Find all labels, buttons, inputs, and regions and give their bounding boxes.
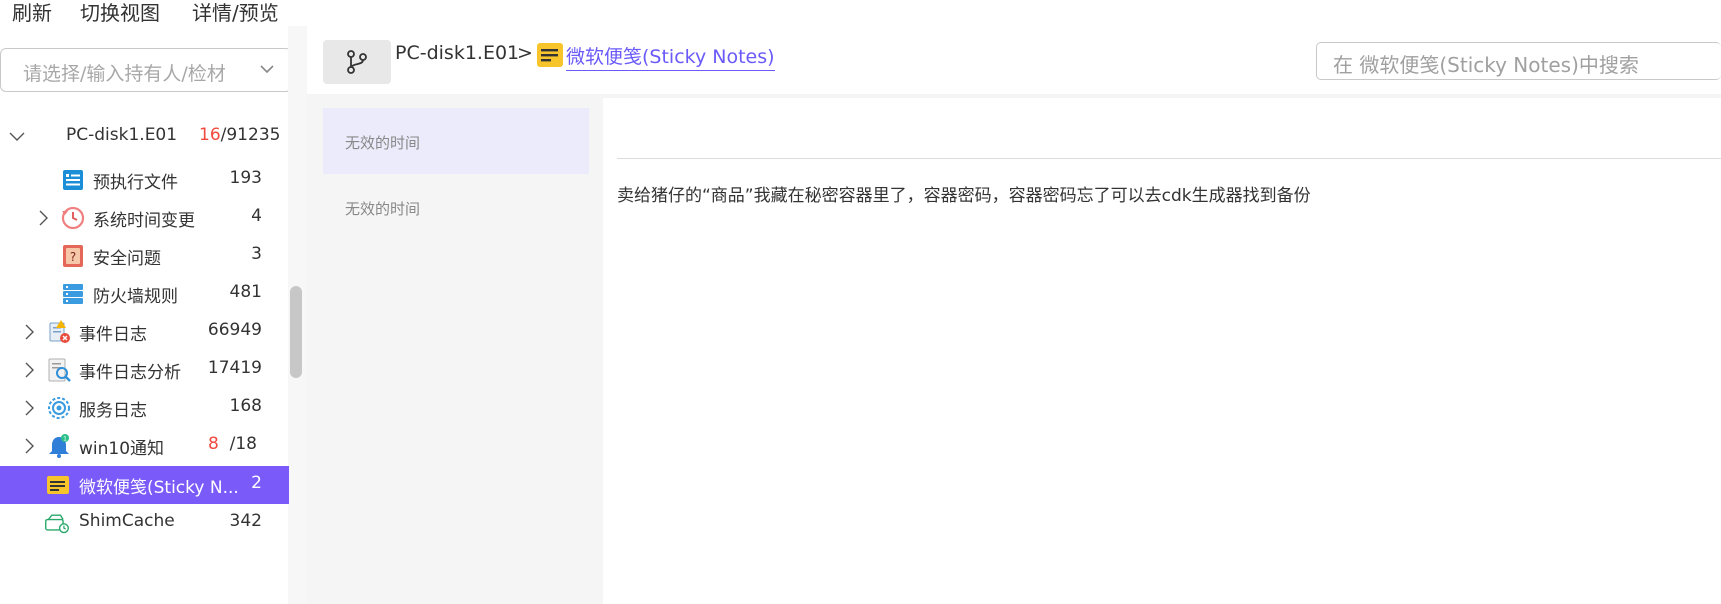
tree-node-event-log[interactable]: 事件日志 66949 [0,313,289,351]
chevron-down-icon[interactable] [8,130,26,144]
notification-bell-icon: 1 [49,434,69,458]
chevron-right-icon[interactable] [22,437,36,455]
tree-node-firewall-rules[interactable]: 防火墙规则 481 [0,275,289,313]
tree-root-count-total: /91235 [220,125,281,145]
detail-divider [617,158,1721,159]
git-branch-icon [347,50,367,74]
shimcache-icon [45,514,69,534]
clock-history-icon [61,206,85,230]
owner-select-placeholder: 请选择/输入持有人/检材 [23,63,226,85]
tree-node-system-time-change[interactable]: 系统时间变更 4 [0,199,289,237]
note-content: 卖给猪仔的“商品”我藏在秘密容器里了，容器密码，容器密码忘了可以去cdk生成器找… [617,186,1311,206]
tree-item-count: 3 [251,244,262,264]
chevron-right-icon[interactable] [36,209,50,227]
security-question-icon: ? [63,245,83,267]
owner-select[interactable]: 请选择/输入持有人/检材 [0,48,292,92]
tree-item-count-total: /18 [229,434,257,454]
tree-node-shimcache[interactable]: ShimCache 342 [0,504,289,542]
log-analysis-icon [48,358,71,382]
tree-item-count: 193 [229,168,262,188]
tree-item-label: 事件日志 [79,325,147,345]
chevron-down-icon [260,65,274,74]
chevron-right-icon[interactable] [22,361,36,379]
main-area: PC-disk1.E01 > 微软便笺(Sticky Notes) 在 微软便笺… [307,26,1721,604]
tree-item-label: win10通知 [79,439,165,459]
tree-node-root[interactable]: PC-disk1.E01 16/91235 [0,118,289,156]
switch-view-menu-item[interactable]: 切换视图 [80,0,160,26]
breadcrumb-toolbar: PC-disk1.E01 > 微软便笺(Sticky Notes) 在 微软便笺… [307,26,1721,94]
tree-node-service-log[interactable]: 服务日志 168 [0,389,289,427]
record-list: 无效的时间 无效的时间 [323,108,589,604]
prefetch-icon [63,170,83,190]
chevron-right-icon[interactable] [22,399,36,417]
svg-text:1: 1 [63,436,67,443]
sticky-notes-icon [537,43,563,67]
event-log-icon [49,320,70,343]
tree-item-count: 168 [229,396,262,416]
tree-item-label: ShimCache [79,511,175,531]
tree-root-label: PC-disk1.E01 [66,125,178,145]
tree-node-win10-notifications[interactable]: 1 win10通知 8 /18 [0,427,289,465]
tree-node-prefetch[interactable]: 预执行文件 193 [0,161,289,199]
breadcrumb-root[interactable]: PC-disk1.E01 [395,42,519,64]
tree-item-label: 防火墙规则 [93,287,178,307]
tree-item-label: 预执行文件 [93,173,178,193]
tree-item-count: 481 [229,282,262,302]
list-item-label: 无效的时间 [345,134,421,152]
branch-button[interactable] [323,40,391,84]
tree-node-sticky-notes[interactable]: 微软便笺(Sticky N... 2 [0,466,289,504]
service-gear-icon [48,397,70,419]
sticky-notes-icon [47,476,69,494]
tree-item-count-highlight: 8 [208,434,219,454]
breadcrumb-separator: > [517,42,533,64]
tree-root-count-highlight: 16 [199,125,221,145]
list-item-label: 无效的时间 [345,200,421,218]
tree-node-security-questions[interactable]: ? 安全问题 3 [0,237,289,275]
tree-item-count: 2 [251,473,262,493]
svg-text:?: ? [70,250,76,264]
breadcrumb-current[interactable]: 微软便笺(Sticky Notes) [566,42,775,71]
tree-item-count: 342 [229,511,262,531]
refresh-menu-item[interactable]: 刷新 [12,0,52,26]
detail-panel: 卖给猪仔的“商品”我藏在秘密容器里了，容器密码，容器密码忘了可以去cdk生成器找… [603,98,1721,604]
firewall-icon [63,284,83,304]
menu-bar: 刷新 切换视图 详情/预览 [0,0,1721,506]
search-placeholder: 在 微软便笺(Sticky Notes)中搜索 [1333,53,1639,77]
left-panel: 请选择/输入持有人/检材 PC-disk1.E01 16/91235 预执行文件… [0,26,307,604]
chevron-right-icon[interactable] [22,323,36,341]
tree-item-count: 8 /18 [208,434,257,454]
tree-root-count: 16/91235 [199,125,280,145]
tree-scrollbar-thumb[interactable] [290,286,302,378]
list-item[interactable]: 无效的时间 [323,108,589,174]
list-item[interactable]: 无效的时间 [323,174,589,240]
search-input[interactable]: 在 微软便笺(Sticky Notes)中搜索 [1316,42,1721,80]
tree-item-label: 事件日志分析 [79,363,181,383]
tree-item-count: 66949 [207,320,262,340]
tree-node-event-log-analysis[interactable]: 事件日志分析 17419 [0,351,289,389]
tree-item-label: 服务日志 [79,401,147,421]
tree-item-label: 系统时间变更 [93,211,195,231]
tree-item-count: 17419 [207,358,262,378]
tree-item-count: 4 [251,206,262,226]
tree-item-label: 安全问题 [93,249,161,269]
